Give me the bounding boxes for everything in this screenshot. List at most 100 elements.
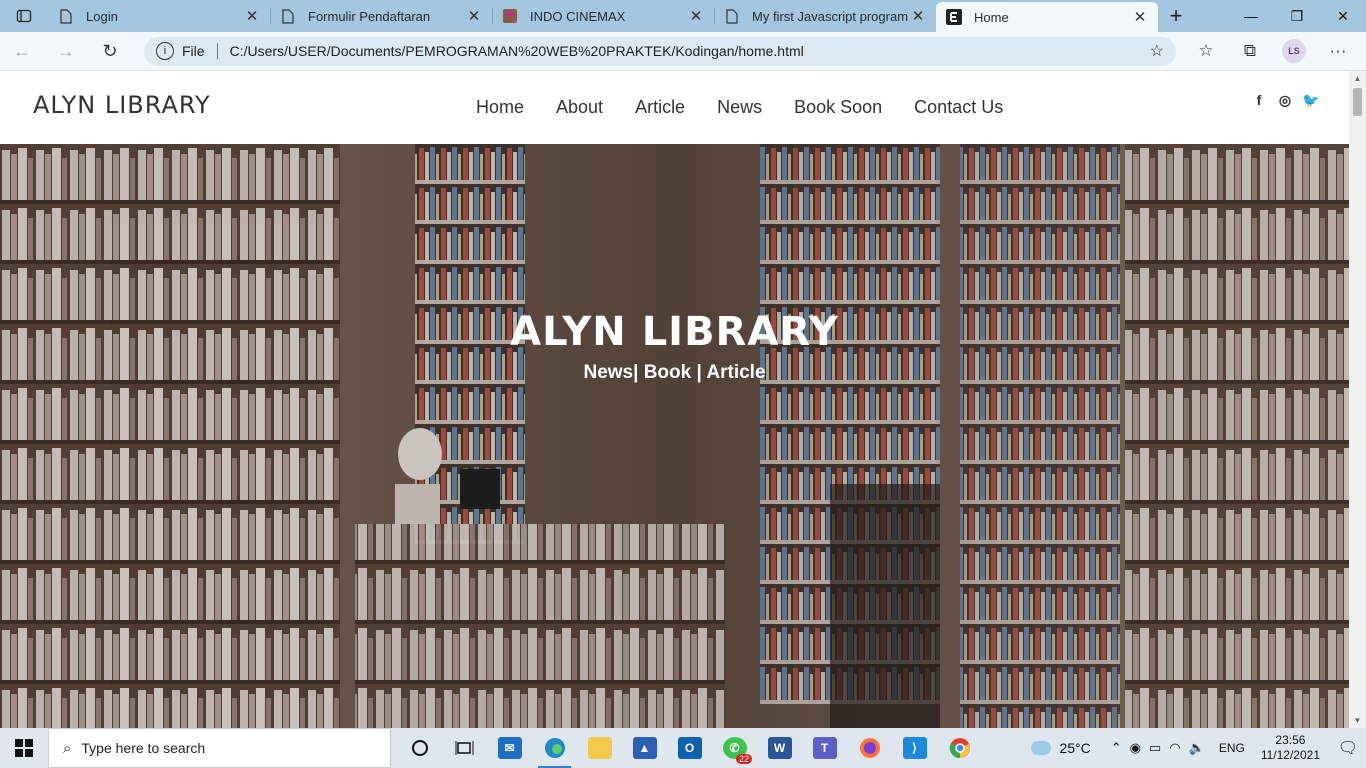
close-window-button[interactable]: ✕ [1320,0,1366,32]
browser-toolbar: ← → ↻ i File C:/Users/USER/Documents/PEM… [0,32,1366,71]
store-app[interactable]: ▲ [622,728,667,768]
more-menu-icon[interactable]: ··· [1316,35,1360,67]
nav-home[interactable]: Home [460,97,540,118]
clock[interactable]: 23:56 11/12/2021 [1261,733,1320,763]
tab-login[interactable]: Login ✕ [48,0,270,32]
folder-icon [587,737,612,759]
chevron-up-icon[interactable]: ⌃ [1111,740,1122,756]
toolbar-right: ☆ ⧉ LS ··· [1184,35,1360,67]
page-icon [280,8,296,24]
clock-date: 11/12/2021 [1260,748,1320,762]
notification-badge: 22 [735,754,752,764]
firefox-icon [859,738,880,758]
vscode-icon: ⟩ [902,737,927,759]
teams-icon: T [812,737,837,759]
page-viewport: ALYN LIBRARY Home About Article News Boo… [0,71,1366,728]
weather-widget[interactable]: 25°C [1031,740,1091,756]
hero-subtitle: News| Book | Article [583,362,766,383]
url-text[interactable]: C:/Users/USER/Documents/PEMROGRAMAN%20WE… [230,43,1150,59]
refresh-button[interactable]: ↻ [88,32,132,71]
tab-title: INDO CINEMAX [530,8,626,24]
edge-app[interactable] [532,728,577,768]
scroll-down-arrow[interactable]: ▼ [1349,713,1366,728]
main-nav: Home About Article News Book Soon Contac… [460,97,1019,118]
task-view-icon [455,741,473,755]
search-placeholder: Type here to search [81,740,206,756]
info-icon[interactable]: i [156,42,174,60]
weather-cloud-icon [1031,741,1052,755]
cortana-button[interactable] [397,728,442,768]
language-indicator[interactable]: ENG [1219,741,1245,755]
volume-icon[interactable]: 🔈 [1189,740,1205,756]
instagram-icon[interactable]: ◎ [1276,91,1294,109]
cortana-icon [411,740,428,756]
bookstore-background-image [0,144,1349,728]
new-tab-button[interactable]: + [1158,0,1194,32]
page-scrollbar[interactable]: ▲ ▼ [1349,71,1366,728]
outlook-app[interactable]: O [667,728,712,768]
browser-tab-strip: Login ✕ Formulir Pendaftaran ✕ INDO CINE… [0,0,1366,32]
nav-book-soon[interactable]: Book Soon [778,97,898,118]
tab-home[interactable]: Home ✕ [936,2,1158,32]
close-tab-icon[interactable]: ✕ [1132,8,1148,26]
windows-taskbar: ⌕ Type here to search ✉ ▲ O ✆ 22 W T ⟩ 25… [0,728,1366,768]
scroll-up-arrow[interactable]: ▲ [1349,71,1366,86]
forward-button[interactable]: → [44,32,88,71]
facebook-icon[interactable]: f [1250,91,1268,109]
store-icon: ▲ [632,737,657,759]
close-tab-icon[interactable]: ✕ [244,7,260,25]
vscode-app[interactable]: ⟩ [892,728,937,768]
nav-contact-us[interactable]: Contact Us [898,97,1019,118]
battery-icon[interactable]: ▭ [1149,740,1161,756]
taskbar-search[interactable]: ⌕ Type here to search [48,728,391,768]
close-tab-icon[interactable]: ✕ [688,7,704,25]
favorites-icon[interactable]: ☆ [1184,35,1228,67]
page-icon [724,8,740,24]
nav-article[interactable]: Article [619,97,701,118]
mail-app[interactable]: ✉ [487,728,532,768]
hero-title: ALYN LIBRARY [510,309,839,355]
collections-icon[interactable]: ⧉ [1228,35,1272,67]
protocol-label: File [182,43,205,59]
nav-news[interactable]: News [701,97,778,118]
start-button[interactable] [0,728,48,768]
firefox-app[interactable] [847,728,892,768]
nav-about[interactable]: About [540,97,619,118]
divider [216,43,218,59]
file-explorer-app[interactable] [577,728,622,768]
tab-formulir[interactable]: Formulir Pendaftaran ✕ [270,0,492,32]
notification-center-icon[interactable]: 🗨 [1330,728,1366,768]
cinema-favicon [502,8,518,24]
minimize-button[interactable]: — [1228,0,1274,32]
profile-avatar[interactable]: LS [1282,39,1306,63]
tab-actions-icon [16,9,32,23]
whatsapp-app[interactable]: ✆ 22 [712,728,757,768]
mail-icon: ✉ [497,737,522,759]
chrome-app[interactable] [937,728,982,768]
search-icon: ⌕ [63,739,72,757]
windows-logo-icon [15,739,33,757]
tab-actions-button[interactable] [0,0,48,32]
restore-button[interactable]: ❐ [1274,0,1320,32]
outlook-icon: O [677,737,702,759]
tab-javascript[interactable]: My first Javascript program ✕ [714,0,936,32]
system-tray: 25°C ⌃ ◉ ▭ ◠ 🔈 ENG 23:56 11/12/2021 🗨 [1031,728,1366,768]
add-favorite-icon[interactable]: ☆ [1150,41,1164,61]
address-bar[interactable]: i File C:/Users/USER/Documents/PEMROGRAM… [144,36,1176,66]
site-header: ALYN LIBRARY Home About Article News Boo… [0,71,1349,144]
close-tab-icon[interactable]: ✕ [466,7,482,25]
twitter-icon[interactable]: 🐦 [1302,91,1320,109]
scrollbar-thumb[interactable] [1353,88,1362,116]
meet-now-icon[interactable]: ◉ [1130,740,1141,756]
plus-icon: + [1169,3,1183,28]
social-links: f ◎ 🐦 [1250,91,1320,109]
site-logo[interactable]: ALYN LIBRARY [33,91,211,119]
task-view-button[interactable] [442,728,487,768]
word-app[interactable]: W [757,728,802,768]
back-button[interactable]: ← [0,32,44,71]
wifi-icon[interactable]: ◠ [1169,740,1180,756]
teams-app[interactable]: T [802,728,847,768]
tab-indo-cinemax[interactable]: INDO CINEMAX ✕ [492,0,714,32]
tab-title: Login [86,8,118,24]
close-tab-icon[interactable]: ✕ [910,7,926,25]
